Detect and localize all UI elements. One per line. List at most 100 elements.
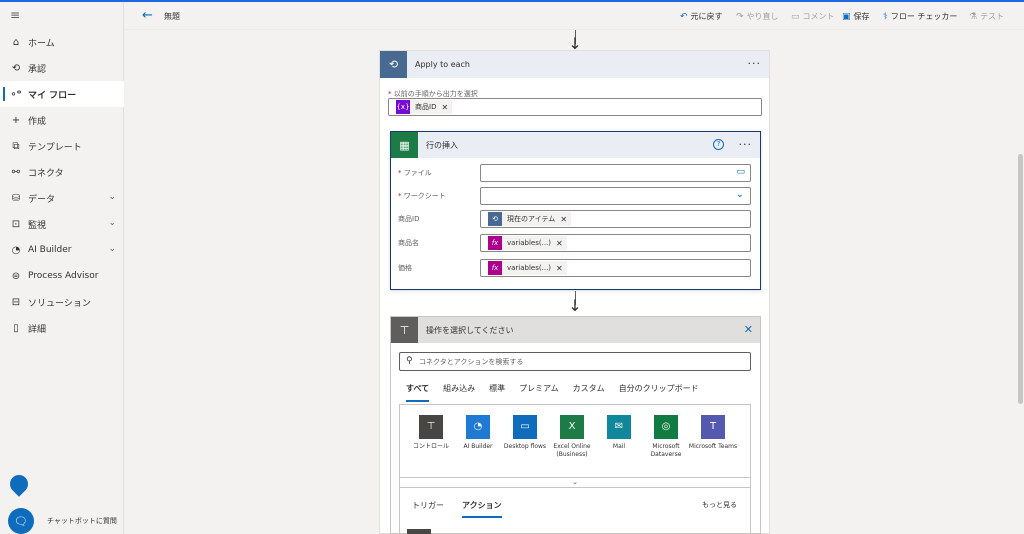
filter-tab-2[interactable]: 標準 (489, 383, 505, 402)
product-name-label: 商品名 (398, 239, 419, 247)
remove-token-icon[interactable]: ✕ (441, 103, 448, 112)
sidebar-item-10[interactable]: ⊟ ソリューション (0, 289, 124, 315)
connector-tile[interactable]: ◎ Microsoft Dataverse (641, 415, 691, 459)
connector-tile[interactable]: T Microsoft Teams (688, 415, 738, 451)
filter-tab-0[interactable]: すべて (406, 383, 430, 402)
loop-icon: ⟲ (488, 212, 502, 226)
flask-icon: ⚗ (969, 11, 978, 22)
sidebar-item-8[interactable]: ◔ AI Builder ⌄ (0, 237, 124, 263)
see-more-link[interactable]: もっと見る (702, 500, 737, 510)
remove-token-icon[interactable]: ✕ (556, 239, 563, 248)
tab-actions[interactable]: アクション (462, 500, 502, 518)
connector-tile[interactable]: X Excel Online (Business) (547, 415, 597, 459)
save-icon: ▣ (842, 11, 851, 22)
canvas-scrollbar[interactable] (1017, 30, 1024, 534)
chat-bubble-icon[interactable] (6, 471, 32, 497)
hamburger-icon[interactable]: ≡ (10, 9, 22, 21)
process-advisor-icon: ⊜ (11, 270, 21, 282)
filter-tab-5[interactable]: 自分のクリップボード (619, 383, 699, 402)
ai-builder-connector-icon: ◔ (466, 415, 490, 439)
more-options-icon[interactable]: ··· (739, 138, 753, 151)
book-icon: ▯ (13, 322, 19, 334)
tab-triggers[interactable]: トリガー (412, 500, 444, 511)
solution-icon: ⊟ (11, 296, 21, 308)
sidebar-item-3[interactable]: + 作成 (0, 107, 124, 133)
scrollbar-thumb[interactable] (1018, 154, 1023, 404)
save-button[interactable]: ▣ 保存 (842, 11, 870, 22)
worksheet-dropdown[interactable]: ⌄ (480, 187, 751, 205)
sidebar-item-7[interactable]: ⊡ 監視 ⌄ (0, 211, 124, 237)
select-output-field[interactable]: {x} 商品ID ✕ (388, 98, 762, 116)
expression-token[interactable]: fx variables(...) ✕ (488, 261, 567, 275)
connector-tile[interactable]: ◔ AI Builder (453, 415, 503, 451)
ai-builder-icon: ◔ (11, 244, 21, 256)
plus-icon: + (11, 114, 21, 126)
connector-tile[interactable]: ▭ Desktop flows (500, 415, 550, 451)
home-icon: ⌂ (12, 36, 20, 48)
remove-token-icon[interactable]: ✕ (556, 264, 563, 273)
comment-button[interactable]: ▭ コメント (791, 11, 835, 22)
insert-row-header[interactable]: ▦ 行の挿入 ? ··· (391, 132, 760, 158)
file-field[interactable]: ▭ (480, 164, 751, 182)
flow-checker-button[interactable]: ⚕ フロー チェッカー (883, 11, 957, 22)
excel-sheet-icon: ▦ (391, 132, 418, 158)
connector-tile[interactable]: ⊤ コントロール (406, 415, 456, 451)
price-label: 価格 (398, 264, 412, 272)
help-icon[interactable]: ? (713, 139, 724, 150)
chevron-down-icon: ⌄ (572, 478, 578, 486)
back-arrow-icon[interactable]: ← (142, 8, 153, 23)
filter-tab-4[interactable]: カスタム (573, 383, 605, 402)
current-item-token[interactable]: ⟲ 現在のアイテム ✕ (488, 212, 572, 226)
connector-search-input[interactable]: ⚲ コネクタとアクションを検索する (399, 352, 751, 371)
top-accent-line (0, 0, 1024, 2)
chevron-down-icon[interactable]: ⌄ (108, 218, 116, 228)
product-id-field[interactable]: ⟲ 現在のアイテム ✕ (480, 210, 751, 228)
connector-label: Microsoft Teams (688, 443, 738, 450)
sidebar-item-5[interactable]: ⚯ コネクタ (0, 159, 124, 185)
expand-connectors-button[interactable]: ⌄ (399, 477, 751, 488)
search-icon: ⚲ (406, 356, 413, 366)
filter-tab-1[interactable]: 組み込み (443, 383, 475, 402)
sidebar-item-label: 監視 (28, 220, 47, 231)
loop-icon: ⟲ (380, 51, 407, 78)
fx-icon: fx (488, 236, 502, 250)
dynamic-token[interactable]: {x} 商品ID ✕ (396, 100, 453, 114)
chevron-down-icon[interactable]: ⌄ (108, 244, 116, 254)
filter-tab-3[interactable]: プレミアム (519, 383, 558, 402)
close-icon[interactable]: ✕ (744, 323, 753, 336)
expression-token[interactable]: fx variables(...) ✕ (488, 236, 567, 250)
sidebar-item-9[interactable]: ⊜ Process Advisor (0, 263, 124, 289)
sidebar-item-6[interactable]: ⛁ データ ⌄ (0, 185, 124, 211)
product-name-field[interactable]: fx variables(...) ✕ (480, 234, 751, 252)
more-options-icon[interactable]: ··· (748, 57, 762, 70)
price-field[interactable]: fx variables(...) ✕ (480, 259, 751, 277)
chatbot-label[interactable]: チャットボットに質問 (47, 516, 117, 526)
test-button[interactable]: ⚗ テスト (969, 11, 1004, 22)
redo-button[interactable]: ↷ やり直し (736, 11, 779, 22)
chevron-down-icon[interactable]: ⌄ (108, 192, 116, 202)
undo-button[interactable]: ↶ 元に戻す (680, 11, 723, 22)
mail-icon: ✉ (607, 415, 631, 439)
folder-icon[interactable]: ▭ (736, 167, 745, 177)
sidebar-item-11[interactable]: ▯ 詳細 (0, 315, 124, 341)
flow-title[interactable]: 無題 (164, 11, 180, 22)
database-icon: ⛁ (11, 192, 21, 204)
undo-icon: ↶ (680, 11, 688, 22)
chatbot-button[interactable]: 🗨 (8, 508, 34, 534)
redo-icon: ↷ (736, 11, 744, 22)
sidebar-item-label: 詳細 (28, 324, 47, 335)
apply-to-each-header[interactable]: ⟲ Apply to each ··· (380, 51, 769, 78)
flow-icon: ∘ᵒ (10, 88, 22, 100)
sidebar-item-1[interactable]: ⟲ 承認 (0, 55, 124, 81)
connector-label: コントロール (412, 443, 449, 450)
remove-token-icon[interactable]: ✕ (560, 215, 567, 224)
sidebar-item-4[interactable]: ⧉ テンプレート (0, 133, 124, 159)
sidebar-item-2[interactable]: ∘ᵒ マイ フロー (0, 81, 124, 107)
sidebar-item-0[interactable]: ⌂ ホーム (0, 29, 124, 55)
sidebar-item-label: コネクタ (28, 168, 64, 179)
sidebar-item-label: データ (28, 194, 56, 205)
sidebar-item-label: マイ フロー (28, 90, 77, 101)
connector-tile[interactable]: ✉ Mail (594, 415, 644, 451)
sidebar-item-label: ホーム (28, 38, 55, 49)
comment-icon: ▭ (791, 11, 800, 22)
